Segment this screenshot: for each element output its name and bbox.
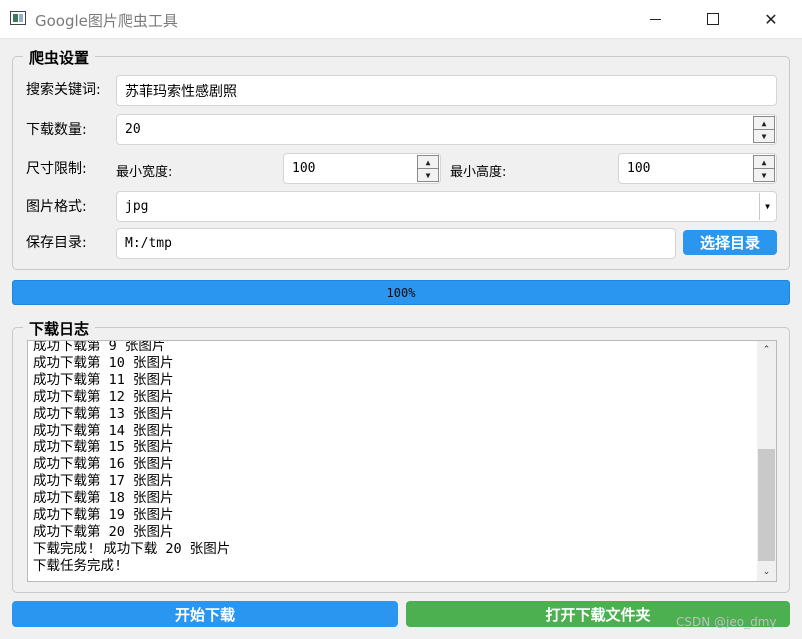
min-height-increment-button[interactable]: ▲ xyxy=(753,155,775,169)
maximize-button[interactable] xyxy=(684,0,742,38)
count-spinbox[interactable]: 20 ▲ ▼ xyxy=(116,114,777,145)
watermark: CSDN @jeo_dmy xyxy=(676,615,777,629)
chevron-up-icon: ⌃ xyxy=(762,345,771,355)
format-select[interactable]: jpg ▼ xyxy=(116,191,777,222)
log-line: 下载任务完成! xyxy=(33,557,123,574)
chevron-down-icon: ▼ xyxy=(425,170,431,180)
close-icon: ✕ xyxy=(764,9,778,29)
log-line: 成功下载第 13 张图片 xyxy=(33,405,174,422)
window-title: Google图片爬虫工具 xyxy=(35,12,178,30)
count-decrement-button[interactable]: ▼ xyxy=(753,130,775,143)
scroll-down-button[interactable]: ⌄ xyxy=(757,563,776,581)
min-height-value: 100 xyxy=(627,161,651,176)
min-height-label: 最小高度: xyxy=(450,165,507,180)
log-line: 成功下载第 12 张图片 xyxy=(33,388,174,405)
min-width-value: 100 xyxy=(292,161,316,176)
maximize-icon xyxy=(707,13,719,25)
count-spin-buttons: ▲ ▼ xyxy=(753,116,775,143)
min-width-spinbox[interactable]: 100 ▲ ▼ xyxy=(283,153,441,184)
close-button[interactable]: ✕ xyxy=(742,0,800,38)
log-scrollbar[interactable]: ⌃ ⌄ xyxy=(757,341,776,581)
chevron-down-icon: ▼ xyxy=(761,170,767,180)
chevron-up-icon: ▲ xyxy=(761,157,767,167)
keyword-value: 苏菲玛索性感剧照 xyxy=(125,83,237,100)
log-line: 下载完成! 成功下载 20 张图片 xyxy=(33,540,231,557)
keyword-label: 搜索关键词: xyxy=(26,82,101,98)
log-line: 成功下载第 19 张图片 xyxy=(33,507,174,524)
chevron-up-icon: ▲ xyxy=(425,157,431,167)
count-increment-button[interactable]: ▲ xyxy=(753,116,775,130)
log-line: 成功下载第 9 张图片 xyxy=(33,340,166,354)
settings-group-title: 爬虫设置 xyxy=(23,47,96,68)
log-line: 成功下载第 14 张图片 xyxy=(33,422,174,439)
min-width-spin-buttons: ▲ ▼ xyxy=(417,155,439,182)
dir-label: 保存目录: xyxy=(26,235,87,251)
log-line: 成功下载第 17 张图片 xyxy=(33,473,174,490)
dir-value: M:/tmp xyxy=(125,236,172,251)
format-value: jpg xyxy=(125,199,149,214)
size-label: 尺寸限制: xyxy=(26,161,87,177)
minimize-icon xyxy=(649,18,661,20)
progress-bar: 100% xyxy=(12,280,790,305)
log-group: 下载日志 成功下载第 9 张图片 成功下载第 10 张图片 成功下载第 11 张图片… xyxy=(12,318,790,593)
count-label: 下载数量: xyxy=(26,122,87,138)
count-value: 20 xyxy=(125,122,141,137)
start-download-button[interactable]: 开始下载 xyxy=(12,601,398,627)
log-group-title: 下载日志 xyxy=(23,318,96,339)
log-line: 成功下载第 15 张图片 xyxy=(33,439,174,456)
min-height-spinbox[interactable]: 100 ▲ ▼ xyxy=(618,153,777,184)
log-line: 成功下载第 11 张图片 xyxy=(33,371,174,388)
format-label: 图片格式: xyxy=(26,199,87,215)
progress-text: 100% xyxy=(386,285,416,300)
log-textarea[interactable]: 成功下载第 9 张图片 成功下载第 10 张图片 成功下载第 11 张图片 成功下载第… xyxy=(27,340,777,582)
chevron-down-icon: ▼ xyxy=(765,202,770,211)
log-lines: 成功下载第 9 张图片 成功下载第 10 张图片 成功下载第 11 张图片 成功下载第… xyxy=(33,340,231,575)
log-line: 成功下载第 18 张图片 xyxy=(33,490,174,507)
keyword-input[interactable]: 苏菲玛索性感剧照 xyxy=(116,75,777,106)
app-icon xyxy=(10,11,26,25)
scroll-thumb[interactable] xyxy=(758,449,775,561)
choose-dir-button[interactable]: 选择目录 xyxy=(683,230,777,255)
min-height-decrement-button[interactable]: ▼ xyxy=(753,169,775,182)
min-width-decrement-button[interactable]: ▼ xyxy=(417,169,439,182)
log-line: 成功下载第 20 张图片 xyxy=(33,523,174,540)
minimize-button[interactable] xyxy=(626,0,684,38)
log-line: 成功下载第 16 张图片 xyxy=(33,456,174,473)
log-line: 成功下载第 10 张图片 xyxy=(33,354,174,371)
chevron-up-icon: ▲ xyxy=(761,118,767,128)
settings-group: 爬虫设置 搜索关键词: 苏菲玛索性感剧照 下载数量: 20 ▲ ▼ 尺寸限制: … xyxy=(12,47,790,270)
dir-input[interactable]: M:/tmp xyxy=(116,228,676,259)
min-width-increment-button[interactable]: ▲ xyxy=(417,155,439,169)
min-width-label: 最小宽度: xyxy=(116,165,173,180)
chevron-down-icon: ⌄ xyxy=(762,567,771,577)
min-height-spin-buttons: ▲ ▼ xyxy=(753,155,775,182)
title-bar: Google图片爬虫工具 ✕ xyxy=(0,0,802,39)
chevron-down-icon: ▼ xyxy=(761,131,767,141)
format-dropdown-button[interactable]: ▼ xyxy=(759,193,775,220)
scroll-up-button[interactable]: ⌃ xyxy=(757,341,776,359)
